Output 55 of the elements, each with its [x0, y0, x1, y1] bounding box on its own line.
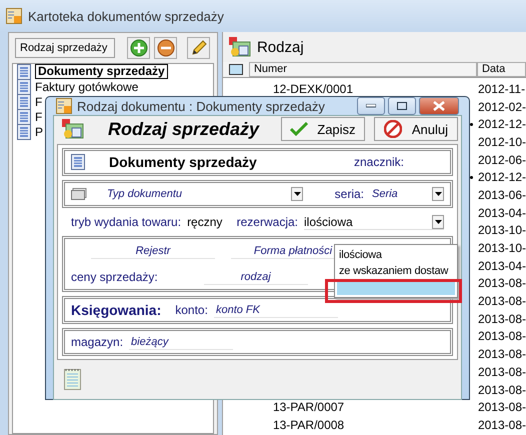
register-field[interactable]: Rejestr	[91, 244, 215, 258]
prices-field[interactable]: rodzaj	[204, 270, 308, 284]
table-cell: 2013-04-	[478, 206, 526, 220]
field-value: ręczny	[187, 215, 222, 229]
account-field[interactable]: konto FK	[214, 302, 338, 318]
table-cell: 13-PAR/0008	[272, 418, 344, 432]
table-cell: 2013-08-	[478, 347, 526, 362]
tree-item[interactable]: F	[35, 94, 42, 108]
warehouse-field[interactable]: bieżący	[129, 334, 234, 350]
table-cell: 2012-12-	[478, 117, 526, 132]
column-header[interactable]: Numer	[248, 62, 477, 77]
reservation-dropdown[interactable]: ilościowa	[304, 214, 353, 228]
table-cell: 2012-10-	[478, 134, 526, 149]
dialog-title: Rodzaj dokumentu : Dokumenty sprzedaży	[77, 98, 325, 114]
series-dropdown[interactable]: Seria	[370, 187, 444, 201]
field-label: tryb wydania towaru:	[71, 215, 182, 229]
table-cell: 2013-08-	[478, 329, 526, 344]
section-heading: Księgowania:	[71, 302, 162, 318]
document-name: Dokumenty sprzedaży	[109, 154, 257, 170]
dialog-heading: Rodzaj sprzedaży	[108, 118, 260, 140]
table-cell: 2013-04-	[478, 258, 526, 273]
table-cell: 2013-08-	[478, 276, 526, 290]
field-label: magazyn:	[71, 335, 124, 349]
table-cell: 2013-10-	[478, 223, 526, 238]
table-cell: 2012-06-	[478, 152, 526, 167]
table-cell: 2013-08-	[478, 364, 526, 379]
table-cell: 2012-11-	[478, 82, 526, 96]
table-cell: 2013-10-	[478, 241, 526, 256]
dropdown-option[interactable]: ze wskazaniem dostaw	[337, 263, 455, 279]
window-title: Kartoteka dokumentów sprzedaży	[28, 8, 224, 24]
field-label: znacznik:	[354, 155, 404, 169]
save-button[interactable]: Zapisz	[281, 117, 365, 141]
filter-label: Rodzaj sprzedaży	[15, 38, 115, 58]
column-header[interactable]: Data	[476, 62, 526, 77]
table-cell: 2013-06-	[478, 188, 526, 202]
cancel-button[interactable]: Anuluj	[374, 117, 458, 141]
table-cell: 12-DEXK/0001	[272, 82, 354, 96]
field-label: konto:	[175, 303, 208, 317]
document-type-dropdown[interactable]: Typ dokumentu	[105, 187, 303, 201]
table-cell: 2013-08-	[478, 418, 526, 432]
table-cell: 13-PAR/0007	[272, 400, 344, 414]
table-cell: 2012-02-	[478, 100, 526, 114]
panel-title: Rodzaj	[256, 38, 304, 56]
table-cell: 2013-08-	[478, 312, 526, 326]
table-cell: 2013-08-	[478, 400, 526, 414]
field-label: seria:	[334, 187, 364, 201]
tree-item[interactable]: P	[35, 124, 44, 138]
table-cell: 2012-12-	[478, 170, 526, 184]
table-cell: 2013-08-	[478, 294, 526, 308]
field-label: ceny sprzedaży:	[71, 270, 158, 284]
tree-item[interactable]: Dokumenty sprzedaży	[35, 64, 168, 79]
tree-item[interactable]: Faktury gotówkowe	[35, 80, 138, 94]
tree-item[interactable]: F	[35, 110, 42, 124]
table-cell: 2013-08-	[478, 382, 526, 397]
field-label: rezerwacja:	[236, 215, 298, 229]
